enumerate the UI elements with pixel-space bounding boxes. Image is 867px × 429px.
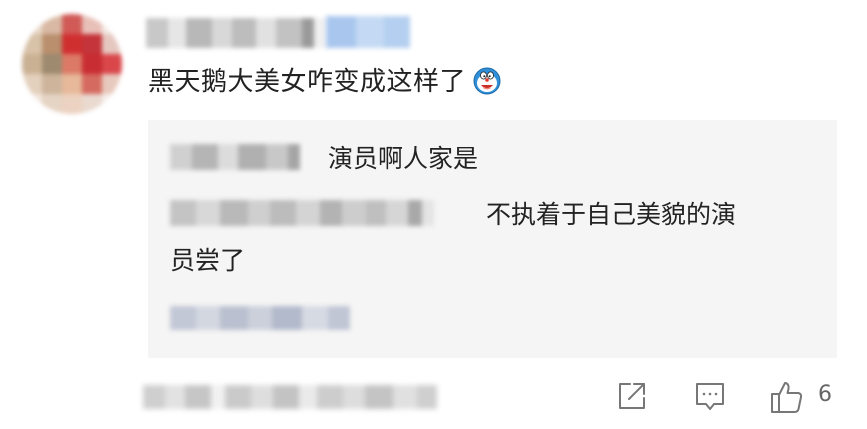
reply-text: 演员啊人家是 xyxy=(328,144,479,173)
user-badge xyxy=(326,16,410,48)
share-icon[interactable] xyxy=(614,378,650,418)
reply-username[interactable] xyxy=(170,200,434,226)
like-count: 6 xyxy=(818,382,832,407)
comment-meta xyxy=(143,385,437,409)
avatar[interactable] xyxy=(22,14,122,114)
reply-icon[interactable] xyxy=(692,378,728,418)
comment-text: 黑天鹅大美女咋变成这样了 xyxy=(148,63,502,107)
replies-box[interactable]: 演员啊人家是 不执着于自己美貌的演 员尝了 xyxy=(148,120,837,358)
comment-text-content: 黑天鹅大美女咋变成这样了 xyxy=(148,67,467,97)
reply-text-line-1: 不执着于自己美貌的演 xyxy=(486,200,737,229)
view-more-replies-link[interactable] xyxy=(170,306,350,330)
commenter-username[interactable] xyxy=(146,18,326,48)
reply-text-line-2: 员尝了 xyxy=(170,246,246,275)
thumbs-up-icon[interactable] xyxy=(768,378,806,420)
reply-username[interactable] xyxy=(170,144,300,170)
doraemon-emoji-icon xyxy=(472,66,502,107)
